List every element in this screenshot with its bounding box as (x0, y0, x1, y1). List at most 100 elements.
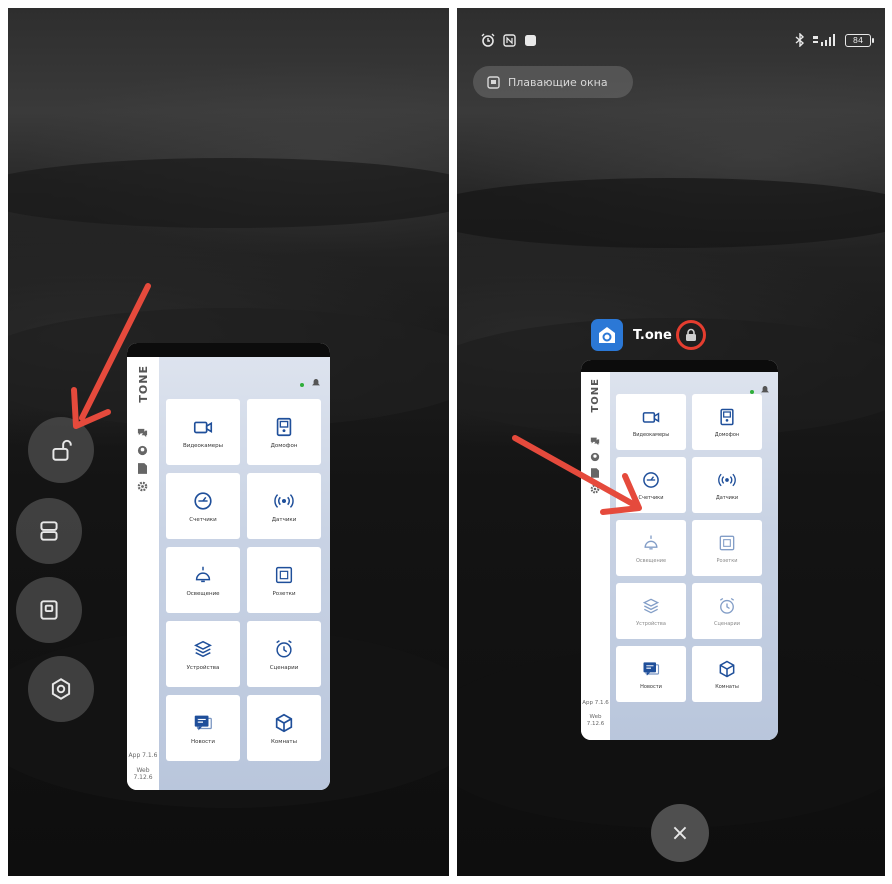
app-name: T.one (633, 327, 672, 343)
tile-news[interactable]: Новости (616, 646, 686, 702)
app-version: App 7.1.6 (128, 752, 158, 759)
red-arrow-annotation (512, 435, 642, 515)
tile-label: Счетчики (189, 516, 217, 523)
tile-label: Освещение (635, 557, 667, 564)
online-dot (300, 383, 304, 387)
meter-icon (194, 491, 212, 510)
floating-windows-button[interactable]: Плавающие окна (473, 66, 633, 98)
tile-label: Домофон (714, 431, 740, 438)
tile-label: Комнаты (715, 683, 739, 690)
tile-intercom[interactable]: Домофон (692, 394, 762, 450)
unlock-icon (52, 439, 72, 461)
split-screen-icon (40, 521, 58, 541)
battery-level: 84 (852, 35, 864, 45)
tile-label: Сценарии (269, 664, 299, 671)
app-icon[interactable] (591, 319, 623, 351)
tile-label: Датчики (715, 494, 739, 501)
alarm-icon (481, 33, 495, 47)
close-icon: × (670, 820, 690, 846)
nfc-icon (503, 33, 516, 47)
app-sidebar: TONE App 7.1.6 Web 7.12.6 (127, 357, 159, 790)
app-logo: TONE (590, 378, 601, 413)
app-content: Видеокамеры Домофон Счетчики Датчики Освещен… (159, 357, 330, 790)
app-info-button[interactable] (28, 656, 94, 722)
app-notification-icon (525, 34, 536, 46)
tile-label: Устройства (636, 620, 666, 627)
notification-bell-icon[interactable] (761, 386, 769, 394)
background-dune (8, 158, 449, 228)
lock-highlight[interactable] (675, 320, 706, 350)
floating-window-icon (40, 600, 58, 620)
notification-bell-icon[interactable] (312, 379, 320, 387)
left-screenshot-panel: TONE App 7.1.6 Web 7.12.6 Видеокамеры Дом… (8, 8, 449, 876)
document-icon[interactable] (138, 463, 147, 474)
tile-video-camera[interactable]: Видеокамеры (166, 399, 240, 465)
floating-windows-label: Плавающие окна (508, 75, 608, 89)
tile-label: Новости (640, 683, 662, 690)
tile-intercom[interactable]: Домофон (247, 399, 321, 465)
rooms-icon (719, 660, 735, 677)
tile-label: Видеокамеры (183, 442, 223, 449)
devices-icon (194, 640, 212, 657)
tile-label: Сценарии (714, 620, 740, 627)
scenario-icon (276, 639, 292, 658)
tile-label: Устройства (186, 664, 220, 671)
app-preview-card[interactable]: TONE App 7.1.6 Web 7.12.6 Видеокамеры Дом… (581, 360, 778, 740)
tile-sensor[interactable]: Датчики (692, 457, 762, 513)
tile-scenario[interactable]: Сценарии (247, 621, 321, 687)
card-topbar (127, 343, 330, 357)
card-topbar (581, 360, 778, 372)
background-dune (457, 178, 885, 248)
tile-label: Розетки (716, 557, 738, 564)
scenario-icon (719, 597, 735, 614)
tile-label: Розетки (272, 590, 296, 597)
app-logo: TONE (137, 365, 150, 403)
intercom-icon (720, 408, 734, 425)
profile-icon[interactable] (137, 445, 148, 456)
settings-hexagon-icon (51, 678, 71, 700)
lamp-icon (644, 535, 658, 549)
settings-icon[interactable] (137, 481, 148, 492)
news-icon (643, 661, 660, 676)
floating-window-button[interactable] (16, 577, 82, 643)
tile-label: Датчики (271, 516, 297, 523)
right-screenshot-panel: 84 Плавающие окна T.one TONE App 7.1.6 W… (457, 8, 885, 876)
chat-icon[interactable] (137, 427, 148, 438)
web-version: Web 7.12.6 (586, 714, 605, 727)
tile-socket[interactable]: Розетки (247, 547, 321, 613)
rooms-icon (275, 713, 293, 732)
socket-icon (719, 535, 735, 550)
t-one-logo-icon (599, 327, 615, 343)
devices-icon (642, 598, 660, 613)
app-preview-card[interactable]: TONE App 7.1.6 Web 7.12.6 Видеокамеры Дом… (127, 343, 330, 790)
news-icon (194, 715, 212, 730)
status-bar: 84 (481, 30, 874, 50)
tile-meter[interactable]: Счетчики (166, 473, 240, 539)
floating-window-icon (487, 75, 500, 89)
tile-label: Новости (191, 738, 215, 745)
tile-label: Домофон (270, 442, 298, 449)
tile-label: Комнаты (271, 738, 297, 745)
close-button[interactable]: × (651, 804, 709, 862)
tile-label: Освещение (186, 590, 220, 597)
tile-news[interactable]: Новости (166, 695, 240, 761)
tile-devices[interactable]: Устройства (616, 583, 686, 639)
tile-scenario[interactable]: Сценарии (692, 583, 762, 639)
lamp-icon (195, 566, 211, 582)
tile-rooms[interactable]: Комнаты (692, 646, 762, 702)
socket-icon (275, 566, 293, 583)
video-camera-icon (193, 421, 213, 433)
tile-socket[interactable]: Розетки (692, 520, 762, 576)
tile-lamp[interactable]: Освещение (616, 520, 686, 576)
app-header: T.one (591, 319, 706, 351)
tile-rooms[interactable]: Комнаты (247, 695, 321, 761)
battery-icon: 84 (845, 33, 874, 47)
video-camera-icon (642, 411, 660, 423)
tile-devices[interactable]: Устройства (166, 621, 240, 687)
lock-icon (685, 328, 696, 341)
tile-lamp[interactable]: Освещение (166, 547, 240, 613)
intercom-icon (276, 417, 292, 436)
app-version: App 7.1.6 (582, 700, 609, 706)
split-screen-button[interactable] (16, 498, 82, 564)
tile-sensor[interactable]: Датчики (247, 473, 321, 539)
